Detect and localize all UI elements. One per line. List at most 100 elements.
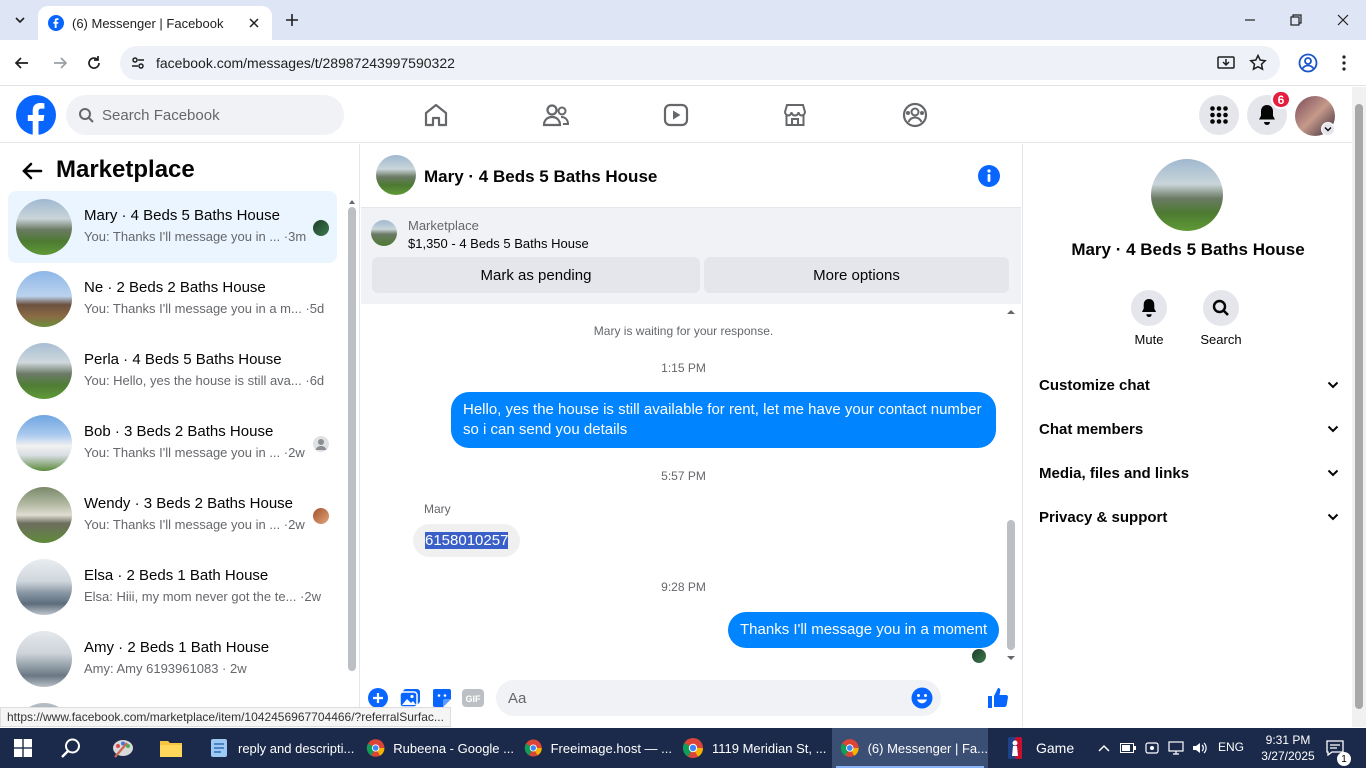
- more-options-button[interactable]: More options: [704, 257, 1009, 293]
- search-in-chat-action[interactable]: Search: [1186, 290, 1256, 347]
- reload-button[interactable]: [80, 49, 108, 77]
- chrome-icon: [682, 738, 704, 758]
- taskbar-app[interactable]: reply and descripti...: [200, 728, 356, 768]
- info-icon[interactable]: [977, 164, 1001, 188]
- taskbar-app[interactable]: 1119 Meridian St, ...: [674, 728, 830, 768]
- chat-title[interactable]: Mary · 4 Beds 5 Baths House: [424, 167, 657, 187]
- facebook-search[interactable]: [66, 95, 344, 135]
- chevron-down-icon: [1327, 381, 1339, 389]
- network-status[interactable]: [1168, 740, 1184, 756]
- mark-as-pending-button[interactable]: Mark as pending: [372, 257, 700, 293]
- start-button[interactable]: [6, 732, 40, 764]
- restore-window-button[interactable]: [1280, 6, 1312, 34]
- chat-avatar[interactable]: [376, 155, 416, 195]
- profile-button[interactable]: [1294, 49, 1322, 77]
- conversation-item[interactable]: Amy · 2 Beds 1 Bath House Amy: Amy 61939…: [8, 623, 337, 695]
- close-window-button[interactable]: [1327, 6, 1359, 34]
- listing-price[interactable]: $1,350 - 4 Beds 5 Baths House: [408, 236, 589, 251]
- input-language[interactable]: ENG: [1218, 740, 1244, 754]
- gif-button[interactable]: GIF: [461, 686, 485, 710]
- media-files-links-row[interactable]: Media, files and links: [1039, 451, 1339, 495]
- taskbar-file-explorer[interactable]: [154, 732, 188, 764]
- conversation-item[interactable]: Ne · 2 Beds 2 Baths House You: Thanks I'…: [8, 263, 337, 335]
- conversation-preview: Elsa: Hiii, my mom never got the te... ·…: [84, 589, 321, 604]
- conversation-item[interactable]: Bob · 3 Beds 2 Baths House You: Thanks I…: [8, 407, 337, 479]
- nav-friends[interactable]: [540, 99, 572, 131]
- tab-search-button[interactable]: [6, 6, 34, 34]
- message-scroll-thumb[interactable]: [1007, 520, 1015, 650]
- network-icon: [1168, 741, 1184, 755]
- search-input[interactable]: [102, 106, 322, 124]
- conversation-avatar: [16, 487, 72, 543]
- listing-thumbnail[interactable]: [371, 220, 397, 246]
- tray-overflow-button[interactable]: [1096, 740, 1112, 756]
- conversation-item[interactable]: Mary · 4 Beds 5 Baths House You: Thanks …: [8, 191, 337, 263]
- conversation-avatar: [16, 271, 72, 327]
- clock[interactable]: 9:31 PM 3/27/2025: [1256, 732, 1320, 764]
- install-app-button[interactable]: [1212, 49, 1240, 77]
- emoji-icon[interactable]: [911, 687, 933, 709]
- search-icon: [61, 738, 80, 758]
- grid-menu-icon: [1210, 106, 1228, 124]
- nav-marketplace[interactable]: [779, 99, 811, 131]
- back-button[interactable]: [8, 49, 36, 77]
- bookmark-button[interactable]: [1244, 49, 1272, 77]
- meet-now[interactable]: [1144, 740, 1160, 756]
- conversation-item[interactable]: Perla · 4 Beds 5 Baths House You: Hello,…: [8, 335, 337, 407]
- forward-button[interactable]: [46, 49, 74, 77]
- taskbar-app-active[interactable]: (6) Messenger | Fa...: [832, 728, 988, 768]
- message-text-selected[interactable]: 6158010257: [425, 532, 509, 549]
- nav-home[interactable]: [420, 99, 452, 131]
- mute-action[interactable]: Mute: [1114, 290, 1184, 347]
- compose-box[interactable]: [496, 680, 941, 716]
- account-chevron-icon[interactable]: [1321, 122, 1335, 136]
- conversation-item[interactable]: Elsa · 2 Beds 1 Bath House Elsa: Hiii, m…: [8, 551, 337, 623]
- message-outgoing[interactable]: Hello, yes the house is still available …: [451, 392, 996, 448]
- default-user-icon: [315, 439, 327, 450]
- conversation-list-scroll-thumb[interactable]: [348, 207, 356, 671]
- install-icon: [1217, 56, 1235, 69]
- contact-avatar[interactable]: [1151, 159, 1223, 231]
- conversation-name: Elsa · 2 Beds 1 Bath House: [84, 567, 269, 584]
- browser-tab-active[interactable]: (6) Messenger | Facebook: [38, 6, 272, 40]
- taskbar-app[interactable]: Freeimage.host — ...: [516, 728, 672, 768]
- conversation-name: Mary · 4 Beds 5 Baths House: [84, 207, 280, 224]
- taskbar-app[interactable]: Rubeena - Google ...: [358, 728, 514, 768]
- gif-icon: GIF: [462, 689, 484, 707]
- message-input[interactable]: [508, 680, 888, 716]
- arrow-left-icon[interactable]: [20, 159, 44, 183]
- volume-control[interactable]: [1192, 740, 1208, 756]
- conversation-item[interactable]: Wendy · 3 Beds 2 Baths House You: Thanks…: [8, 479, 337, 551]
- conversation-name: Ne · 2 Beds 2 Baths House: [84, 279, 266, 296]
- message-list: Mary is waiting for your response. 1:15 …: [361, 304, 1011, 672]
- nav-groups[interactable]: [899, 99, 931, 131]
- tab-close-button[interactable]: [244, 13, 264, 33]
- browser-menu-button[interactable]: [1330, 49, 1358, 77]
- facebook-header: [0, 87, 1352, 143]
- minimize-window-button[interactable]: [1234, 6, 1266, 34]
- chat-members-row[interactable]: Chat members: [1039, 407, 1339, 451]
- facebook-logo-icon[interactable]: [16, 95, 56, 135]
- address-bar[interactable]: facebook.com/messages/t/2898724399759032…: [120, 46, 1280, 80]
- scroll-down-icon[interactable]: [1006, 654, 1016, 662]
- taskbar-game-widget[interactable]: Game: [1008, 728, 1074, 768]
- message-incoming[interactable]: 6158010257: [413, 524, 521, 557]
- chevron-down-icon: [1324, 127, 1332, 132]
- browser-toolbar: facebook.com/messages/t/2898724399759032…: [0, 40, 1366, 86]
- scroll-up-icon[interactable]: [1006, 308, 1016, 316]
- site-info-icon[interactable]: [130, 55, 146, 71]
- page-scroll-thumb[interactable]: [1355, 104, 1363, 709]
- privacy-support-row[interactable]: Privacy & support: [1039, 495, 1339, 539]
- conversation-preview: You: Hello, yes the house is still ava..…: [84, 373, 325, 388]
- menu-button[interactable]: [1199, 95, 1239, 135]
- taskbar-paint-app[interactable]: [106, 732, 140, 764]
- plus-circle-icon: [368, 688, 388, 708]
- nav-video[interactable]: [660, 99, 692, 131]
- taskbar-search-button[interactable]: [54, 732, 88, 764]
- message-outgoing[interactable]: Thanks I'll message you in a moment: [728, 612, 1000, 648]
- customize-chat-row[interactable]: Customize chat: [1039, 363, 1339, 407]
- battery-status[interactable]: [1120, 740, 1136, 756]
- new-tab-button[interactable]: [280, 8, 304, 32]
- like-button[interactable]: [986, 686, 1010, 710]
- photo-icon: [399, 689, 420, 708]
